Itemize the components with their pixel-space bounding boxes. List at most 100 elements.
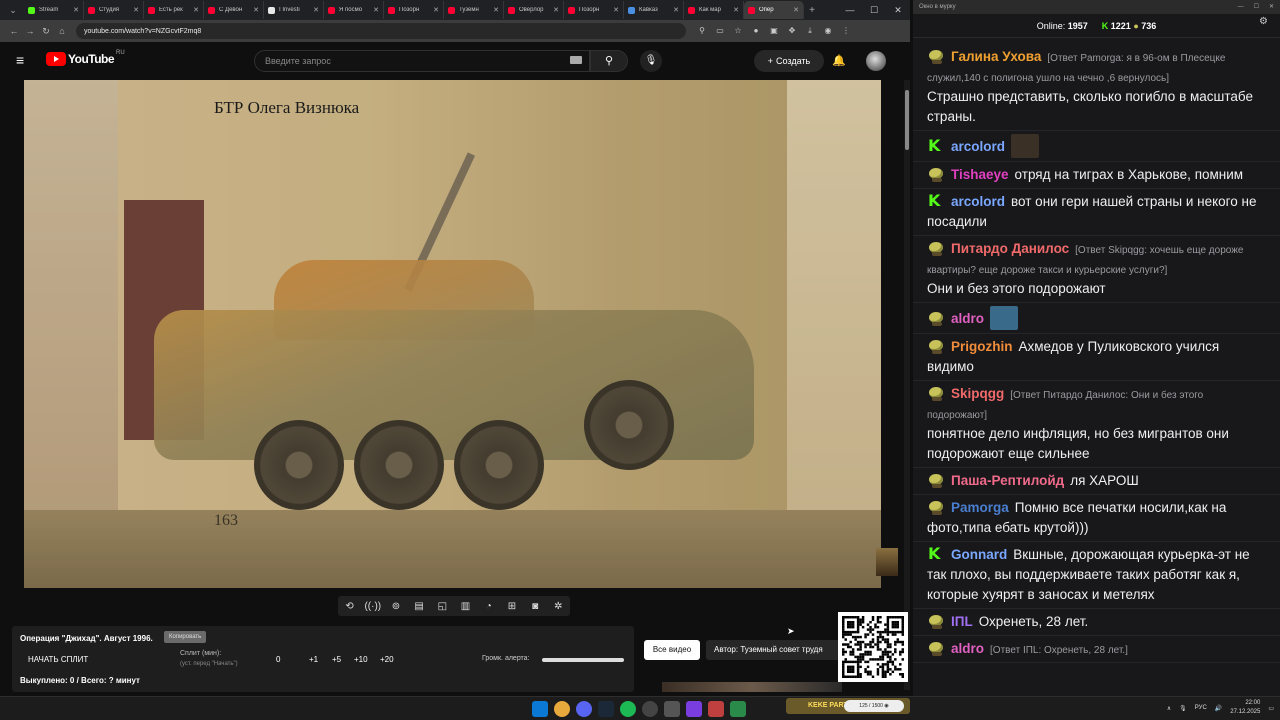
extension-icon[interactable]: ●	[748, 26, 764, 36]
menu-dots-icon[interactable]: ⋮	[838, 26, 854, 36]
home-icon[interactable]: ⌂	[54, 26, 70, 36]
tab-close-icon[interactable]: ✕	[193, 6, 199, 14]
chrome-icon[interactable]	[554, 701, 570, 717]
steam-icon[interactable]	[598, 701, 614, 717]
chat-username[interactable]: Питардо Данилос	[951, 241, 1069, 256]
obs-icon[interactable]	[642, 701, 658, 717]
broadcast-icon[interactable]: ((·))	[364, 601, 382, 612]
reload-icon[interactable]: ↻	[38, 26, 54, 37]
close-icon[interactable]: ✕	[1269, 0, 1274, 14]
chat-username[interactable]: arcolord	[951, 139, 1005, 154]
back-icon[interactable]: ←	[6, 26, 22, 36]
browser-tab[interactable]: Позорн ✕	[564, 1, 624, 19]
gear-icon[interactable]: ✲	[549, 601, 567, 612]
tab-close-icon[interactable]: ✕	[433, 6, 439, 14]
camera-icon[interactable]: ◙	[526, 601, 544, 612]
speed-icon[interactable]: ◔	[480, 601, 498, 612]
bell-icon[interactable]: 🔔	[832, 54, 846, 67]
chat-username[interactable]: Галина Ухова	[951, 49, 1041, 64]
discord-icon[interactable]	[576, 701, 592, 717]
cast-icon[interactable]: ▭	[712, 26, 728, 36]
chevron-up-icon[interactable]: ∧	[1167, 705, 1171, 712]
forward-icon[interactable]: →	[22, 26, 38, 36]
chat-username[interactable]: Pamorga	[951, 500, 1009, 515]
add-icon[interactable]: ⊞	[503, 601, 521, 612]
search-input[interactable]: Введите запрос	[254, 50, 590, 72]
chat-username[interactable]: IПL	[951, 614, 973, 629]
minimize-icon[interactable]: —	[1238, 0, 1244, 14]
maximize-button[interactable]: ☐	[862, 5, 886, 16]
browser-tab[interactable]: I Investi ✕	[264, 1, 324, 19]
volume-icon[interactable]: 🔊	[1215, 705, 1222, 712]
chat-username[interactable]: Tishaeye	[951, 167, 1009, 182]
add-10-button[interactable]: +10	[354, 655, 368, 664]
tab-close-icon[interactable]: ✕	[613, 6, 619, 14]
browser-tab[interactable]: Туземн ✕	[444, 1, 504, 19]
chat-username[interactable]: arcolord	[951, 194, 1005, 209]
clock[interactable]: 22:00 27.12.2025	[1230, 699, 1260, 717]
maximize-icon[interactable]: ☐	[1254, 0, 1259, 14]
browser-tab[interactable]: Stream ✕	[24, 1, 84, 19]
clapper-icon[interactable]: ▤	[410, 601, 428, 612]
chat-username[interactable]: Паша-Рептилойд	[951, 473, 1064, 488]
all-videos-button[interactable]: Все видео	[644, 640, 700, 660]
lang-indicator[interactable]: РУС	[1195, 705, 1207, 711]
chat-username[interactable]: Prigozhin	[951, 339, 1013, 354]
bookmark-star-icon[interactable]: ☆	[730, 26, 746, 36]
create-button[interactable]: + Создать	[754, 50, 824, 72]
chat-settings-icon[interactable]: ⚙	[1259, 16, 1268, 27]
tab-close-icon[interactable]: ✕	[793, 6, 799, 14]
chat-username[interactable]: Skipqgg	[951, 386, 1004, 401]
chat-username[interactable]: aldro	[951, 311, 984, 326]
browser-tab[interactable]: Я посмо ✕	[324, 1, 384, 19]
record-icon[interactable]: ⊚	[387, 601, 405, 612]
new-tab-button[interactable]: +	[804, 5, 820, 16]
tab-close-icon[interactable]: ✕	[313, 6, 319, 14]
browser-tab[interactable]: Оверлор ✕	[504, 1, 564, 19]
hamburger-icon[interactable]: ≡	[16, 53, 30, 67]
browser-tab[interactable]: Позорн ✕	[384, 1, 444, 19]
app-icon[interactable]	[664, 701, 680, 717]
keyboard-icon[interactable]	[570, 56, 582, 64]
mic-icon[interactable]: 🎙	[640, 50, 662, 72]
browser-tab[interactable]: Как мар ✕	[684, 1, 744, 19]
tab-close-icon[interactable]: ✕	[253, 6, 259, 14]
video-thumbnail[interactable]	[876, 548, 898, 576]
video-player[interactable]: БТР Олега Визнюка 163	[24, 80, 881, 588]
copy-button[interactable]: Копировать	[164, 631, 207, 643]
frames-icon[interactable]: ▥	[457, 601, 475, 612]
puzzle-icon[interactable]: ✥	[784, 26, 800, 36]
repeat-icon[interactable]: ⟲	[341, 601, 359, 612]
url-field[interactable]: youtube.com/watch?v=NZGcvtF2mq8	[76, 23, 686, 39]
tab-close-icon[interactable]: ✕	[673, 6, 679, 14]
browser-tab[interactable]: Опер ✕	[744, 1, 804, 19]
notification-icon[interactable]: ▭	[1268, 705, 1274, 712]
search-button[interactable]: ⚲	[590, 50, 628, 72]
app-icon[interactable]	[730, 701, 746, 717]
app-icon[interactable]	[686, 701, 702, 717]
add-20-button[interactable]: +20	[380, 655, 394, 664]
browser-tab[interactable]: Кавказ ✕	[624, 1, 684, 19]
browser-tab[interactable]: Есть рек ✕	[144, 1, 204, 19]
zoom-icon[interactable]: ⚲	[694, 26, 710, 36]
windows-start-icon[interactable]	[532, 701, 548, 717]
mic-tray-icon[interactable]: 🎙	[1179, 705, 1187, 712]
extension-badge-icon[interactable]: ▣	[766, 26, 782, 36]
add-5-button[interactable]: +5	[332, 655, 341, 664]
avatar[interactable]	[866, 51, 886, 71]
chat-username[interactable]: aldro	[951, 641, 984, 656]
chat-username[interactable]: Gonnard	[951, 547, 1007, 562]
scrollbar-thumb[interactable]	[905, 90, 909, 150]
tab-search-icon[interactable]: ⌄	[4, 1, 22, 19]
tab-close-icon[interactable]: ✕	[373, 6, 379, 14]
spotify-icon[interactable]	[620, 701, 636, 717]
close-window-button[interactable]: ✕	[886, 5, 910, 16]
tab-close-icon[interactable]: ✕	[73, 6, 79, 14]
app-icon[interactable]	[708, 701, 724, 717]
author-button[interactable]: Автор: Туземный совет трудя	[706, 640, 842, 660]
tab-close-icon[interactable]: ✕	[733, 6, 739, 14]
youtube-logo[interactable]: YouTube RU	[46, 50, 125, 66]
minimize-button[interactable]: —	[838, 5, 862, 16]
alert-volume-slider[interactable]	[542, 658, 624, 662]
tab-close-icon[interactable]: ✕	[133, 6, 139, 14]
